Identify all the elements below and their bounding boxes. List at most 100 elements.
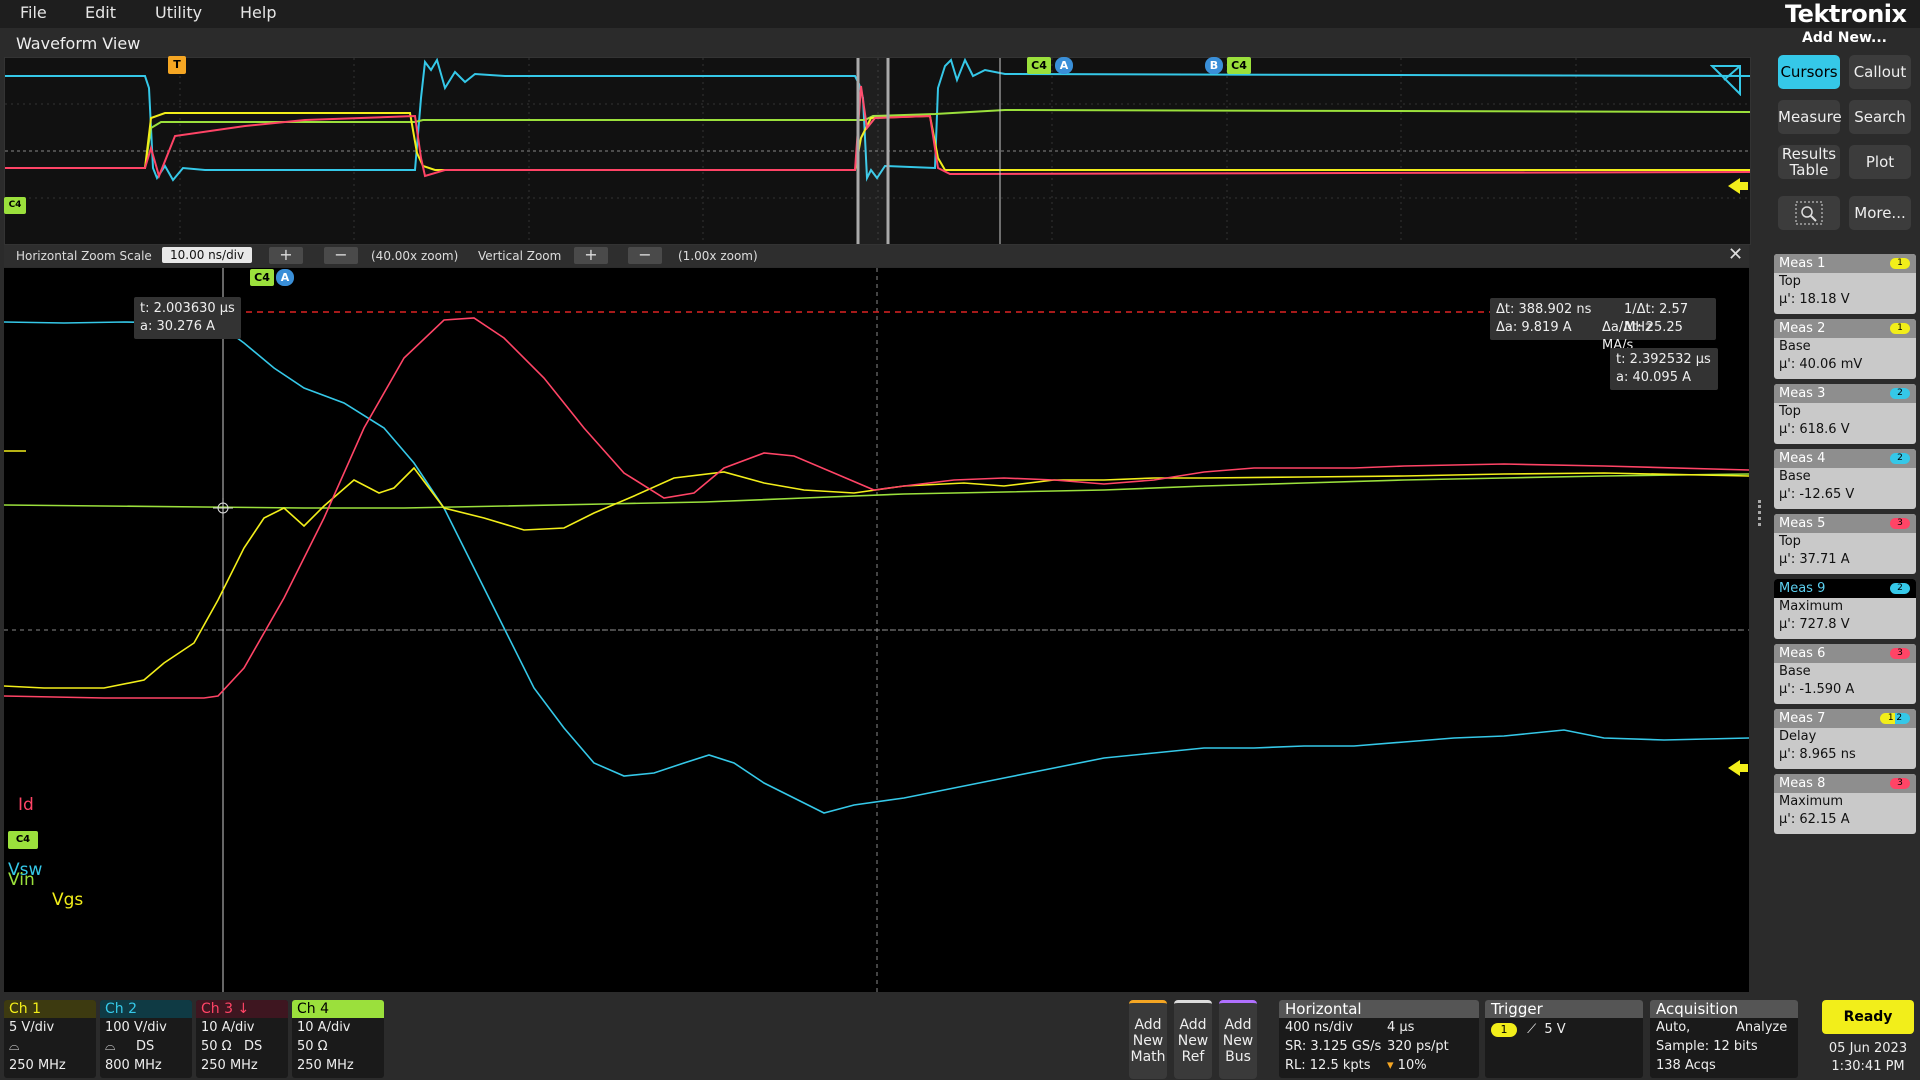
trace-label-vgs: Vgs [52,890,84,910]
panel-resize-handle[interactable] [1758,500,1764,526]
channel-4-bandwidth: 250 MHz [297,1058,354,1073]
channel-4-badge[interactable]: Ch 4 10 A/div 50 Ω 250 MHz [292,1000,384,1078]
menu-help[interactable]: Help [240,3,276,22]
meas-name: Meas 2 [1779,321,1826,336]
meas-value: µ': 37.71 A [1779,552,1850,567]
meas-type: Delay [1779,729,1817,744]
cursors-button[interactable]: Cursors [1778,55,1840,89]
horizontal-scale: 400 ns/div [1285,1020,1353,1035]
add-math-l2: New [1132,1033,1164,1049]
trigger-source-badge: 1 [1491,1023,1517,1037]
overview-c4-marker-b[interactable]: C4 [1227,57,1251,74]
overview-c4-ground-marker[interactable]: C4 [4,197,26,214]
cursor-a-readout: t: 2.003630 µs a: 30.276 A [134,297,241,339]
results-table-button[interactable]: Results Table [1778,145,1840,179]
cursor-b-amplitude: a: 40.095 A [1616,370,1691,385]
cursor-a-time: t: 2.003630 µs [140,301,235,316]
meas-value: µ': 40.06 mV [1779,357,1863,372]
main-waveform-plot[interactable] [3,268,1750,992]
channel-4-termination: 50 Ω [297,1039,328,1054]
meas-card-4[interactable]: Meas 4 2 Base µ': -12.65 V [1774,449,1916,509]
add-new-ref-button[interactable]: Add New Ref [1174,1000,1212,1079]
meas-card-7[interactable]: Meas 7 1 2 Delay µ': 8.965 ns [1774,709,1916,769]
zoom-search-icon [1795,201,1823,225]
measure-button[interactable]: Measure [1778,100,1842,134]
channel-2-scale: 100 V/div [105,1020,167,1035]
trace-label-vin: Vin [8,870,35,890]
acquisition-sample: Sample: 12 bits [1656,1039,1758,1054]
run-status-button[interactable]: Ready [1822,1000,1914,1034]
vertical-zoom-label: Vertical Zoom [478,249,562,263]
channel-3-badge[interactable]: Ch 3 ↓ 10 A/div 50 Ω DS 250 MHz [196,1000,288,1078]
add-bus-l2: New [1222,1033,1254,1049]
menu-edit[interactable]: Edit [85,3,116,22]
overview-waveform[interactable] [4,54,1751,248]
channel-1-probe-icon: ⌓ [9,1039,20,1054]
vertical-zoom-in-button[interactable]: + [574,247,608,264]
horizontal-zoom-scale-field[interactable]: 10.00 ns/div [162,247,253,263]
channel-3-label: Ch 3 [201,1001,234,1017]
meas-card-2[interactable]: Meas 2 1 Base µ': 40.06 mV [1774,319,1916,379]
channel-1-scale: 5 V/div [9,1020,55,1035]
add-new-bus-button[interactable]: Add New Bus [1219,1000,1257,1079]
channel-2-badge[interactable]: Ch 2 100 V/div ⌓ DS 800 MHz [100,1000,192,1078]
trigger-badge[interactable]: Trigger 1 ⟋ 5 V [1485,1000,1643,1078]
cursor-b-readout: t: 2.392532 µs a: 40.095 A [1610,348,1718,390]
add-new-math-button[interactable]: Add New Math [1129,1000,1167,1079]
menu-utility[interactable]: Utility [155,3,202,22]
horizontal-length: 4 µs [1387,1020,1415,1035]
channel-1-badge[interactable]: Ch 1 5 V/div ⌓ 250 MHz [4,1000,96,1078]
trace-label-id: Id [18,795,34,815]
horizontal-zoom-out-button[interactable]: − [324,247,358,264]
main-cursor-a-marker[interactable]: A [276,269,294,286]
horizontal-position-icon: ▾ [1387,1058,1394,1073]
channel-2-coupling: ⌓ DS [100,1037,192,1056]
meas-card-3[interactable]: Meas 3 2 Top µ': 618.6 V [1774,384,1916,444]
horizontal-sample-rate: SR: 3.125 GS/s [1285,1039,1382,1054]
meas-name: Meas 6 [1779,646,1826,661]
main-c4-cursor-marker[interactable]: C4 [250,269,274,286]
cursor-a-amplitude: a: 30.276 A [140,319,215,334]
meas-type: Base [1779,664,1811,679]
trigger-marker[interactable]: T [168,56,186,74]
meas-name: Meas 8 [1779,776,1826,791]
meas-source-badge: 1 [1890,258,1910,269]
zoom-close-icon[interactable]: ✕ [1728,244,1743,265]
collapse-corner-icon[interactable] [1710,64,1742,96]
meas-card-8[interactable]: Meas 8 3 Maximum µ': 62.15 A [1774,774,1916,834]
time: 1:30:41 PM [1831,1059,1905,1074]
meas-source-badge: 2 [1890,388,1910,399]
main-level-arrow-icon[interactable] [1728,758,1748,778]
more-button[interactable]: More... [1849,196,1911,230]
zoom-search-button[interactable] [1778,196,1840,230]
channel-4-scale: 10 A/div [297,1020,351,1035]
callout-button[interactable]: Callout [1849,55,1911,89]
meas-name: Meas 7 [1779,711,1826,726]
overview-level-arrow-icon[interactable] [1728,176,1748,196]
horizontal-zoom-in-button[interactable]: + [269,247,303,264]
meas-card-1[interactable]: Meas 1 1 Top µ': 18.18 V [1774,254,1916,314]
acquisition-title: Acquisition [1650,1000,1798,1018]
main-c4-ground-marker[interactable]: C4 [8,831,38,849]
channel-3-scale: 10 A/div [201,1020,255,1035]
plot-button[interactable]: Plot [1849,145,1911,179]
acquisition-count: 138 Acqs [1656,1058,1716,1073]
overview-cursor-b-marker[interactable]: B [1205,57,1223,74]
date-time: 05 Jun 2023 1:30:41 PM [1822,1040,1914,1078]
horizontal-zoom-factor: (40.00x zoom) [371,249,459,263]
overview-c4-marker-a[interactable]: C4 [1027,57,1051,74]
meas-card-9[interactable]: Meas 9 2 Maximum µ': 727.8 V [1774,579,1916,639]
overview-zoom-window[interactable] [856,54,890,248]
brand-logo: Tektronix [1785,0,1907,28]
cursor-b-time: t: 2.392532 µs [1616,352,1711,367]
overview-cursor-a-marker[interactable]: A [1055,57,1073,74]
meas-type: Top [1779,274,1801,289]
meas-card-5[interactable]: Meas 5 3 Top µ': 37.71 A [1774,514,1916,574]
menu-file[interactable]: File [20,3,47,22]
meas-card-6[interactable]: Meas 6 3 Base µ': -1.590 A [1774,644,1916,704]
add-math-l3: Math [1130,1049,1166,1065]
vertical-zoom-out-button[interactable]: − [628,247,662,264]
horizontal-badge[interactable]: Horizontal 400 ns/div 4 µs SR: 3.125 GS/s… [1279,1000,1479,1078]
search-button[interactable]: Search [1849,100,1911,134]
acquisition-badge[interactable]: Acquisition Auto, Analyze Sample: 12 bits… [1650,1000,1798,1078]
